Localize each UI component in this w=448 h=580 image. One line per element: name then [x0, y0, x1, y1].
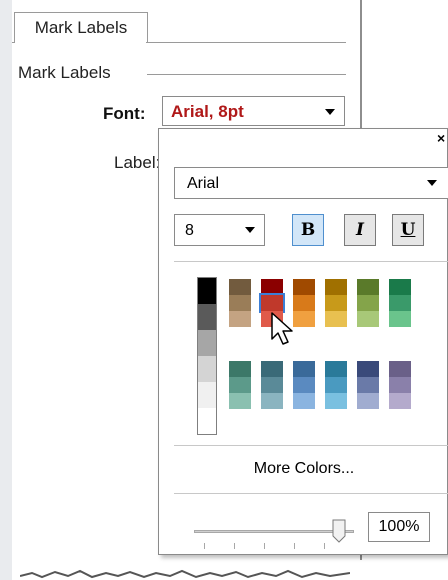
left-margin [0, 0, 12, 580]
top-color-swatch[interactable] [325, 279, 347, 295]
top-color-swatch[interactable] [357, 311, 379, 327]
font-dropdown-value: Arial, 8pt [171, 102, 244, 121]
popup-divider [174, 261, 448, 262]
slider-tick [204, 543, 205, 549]
slider-tick [294, 543, 295, 549]
font-field-label: Font: [103, 104, 146, 123]
top-color-swatch[interactable] [357, 279, 379, 295]
underline-button[interactable]: U [392, 214, 424, 246]
bottom-color-swatch[interactable] [293, 377, 315, 393]
chevron-down-icon [325, 109, 335, 115]
bottom-color-swatch[interactable] [293, 361, 315, 377]
bottom-color-swatch[interactable] [261, 377, 283, 393]
opacity-slider-track[interactable] [194, 530, 354, 533]
gray-swatch[interactable] [198, 304, 216, 330]
group-title: Mark Labels [18, 63, 111, 82]
bottom-color-swatch[interactable] [389, 377, 411, 393]
selected-swatch-highlight [259, 293, 285, 313]
tab-baseline [146, 42, 346, 43]
gray-swatch[interactable] [198, 330, 216, 356]
group-divider [147, 74, 346, 75]
bottom-color-swatch[interactable] [229, 361, 251, 377]
top-color-swatch[interactable] [389, 311, 411, 327]
gray-swatch[interactable] [198, 356, 216, 382]
slider-tick [234, 543, 235, 549]
font-size-dropdown[interactable]: 8 [174, 214, 265, 246]
tab-mark-labels[interactable]: Mark Labels [14, 12, 148, 43]
top-color-swatch[interactable] [229, 311, 251, 327]
top-color-swatch[interactable] [357, 295, 379, 311]
opacity-field[interactable]: 100% [368, 512, 430, 542]
bold-button[interactable]: B [292, 214, 324, 246]
popup-divider [174, 493, 448, 494]
italic-button[interactable]: I [344, 214, 376, 246]
top-color-swatch[interactable] [325, 311, 347, 327]
top-color-swatch[interactable] [325, 295, 347, 311]
close-icon[interactable]: × [437, 131, 445, 145]
font-family-value: Arial [187, 175, 220, 192]
font-size-value: 8 [185, 222, 194, 239]
bottom-color-swatch[interactable] [261, 393, 283, 409]
top-color-swatch[interactable] [389, 295, 411, 311]
font-family-dropdown[interactable]: Arial [174, 167, 448, 199]
top-color-swatch[interactable] [229, 295, 251, 311]
tab-baseline [12, 42, 15, 43]
torn-edge [20, 569, 350, 579]
slider-tick [324, 543, 325, 549]
bottom-color-swatch[interactable] [357, 393, 379, 409]
font-popup: × Arial 8 B I U More Colors... 100% [158, 128, 448, 555]
chevron-down-icon [427, 180, 437, 186]
opacity-slider-thumb[interactable] [332, 519, 346, 543]
bottom-color-swatch[interactable] [293, 393, 315, 409]
bottom-color-swatch[interactable] [357, 377, 379, 393]
bottom-color-swatch[interactable] [389, 393, 411, 409]
slider-tick [264, 543, 265, 549]
cursor-arrow-icon [271, 312, 293, 345]
bottom-color-swatch[interactable] [325, 393, 347, 409]
grayscale-column [197, 277, 217, 435]
gray-swatch[interactable] [198, 382, 216, 408]
bottom-color-swatch[interactable] [389, 361, 411, 377]
gray-swatch[interactable] [198, 278, 216, 304]
bottom-color-swatch[interactable] [229, 377, 251, 393]
more-colors-link[interactable]: More Colors... [159, 460, 448, 478]
gray-swatch[interactable] [198, 408, 216, 434]
popup-divider [174, 445, 448, 446]
bottom-color-swatch[interactable] [325, 377, 347, 393]
label-field-label: Label: [114, 153, 161, 172]
bottom-color-swatch[interactable] [229, 393, 251, 409]
bottom-color-swatch[interactable] [261, 361, 283, 377]
bottom-color-swatch[interactable] [357, 361, 379, 377]
chevron-down-icon [245, 227, 255, 233]
top-color-swatch[interactable] [229, 279, 251, 295]
top-color-swatch[interactable] [293, 279, 315, 295]
bottom-color-swatch[interactable] [325, 361, 347, 377]
font-dropdown[interactable]: Arial, 8pt [162, 96, 345, 126]
top-color-swatch[interactable] [293, 295, 315, 311]
top-color-swatch[interactable] [389, 279, 411, 295]
